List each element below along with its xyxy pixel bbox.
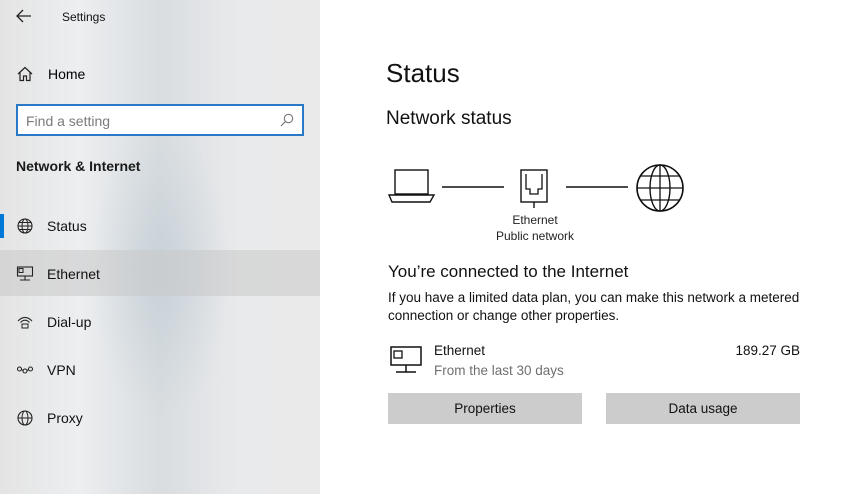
sidebar-item-label: Ethernet — [47, 266, 100, 282]
sidebar-item-proxy[interactable]: Proxy — [0, 394, 320, 440]
sidebar-item-status[interactable]: Status — [0, 202, 320, 248]
ethernet-adapter-icon — [390, 346, 422, 373]
home-icon — [17, 66, 33, 82]
main-content: Status Network status Ethernet Public ne… — [320, 0, 842, 494]
sidebar-item-home[interactable]: Home — [0, 58, 320, 90]
properties-button[interactable]: Properties — [388, 393, 582, 424]
adapter-data-usage: 189.27 GB — [735, 343, 800, 358]
globe-icon — [17, 218, 33, 234]
search-input[interactable] — [26, 111, 266, 131]
section-heading: Network & Internet — [16, 158, 141, 174]
search-icon[interactable] — [280, 113, 294, 127]
sidebar-item-label: Proxy — [47, 410, 83, 426]
connection-description: If you have a limited data plan, you can… — [388, 290, 800, 323]
sidebar-item-label: Dial-up — [47, 314, 92, 330]
sidebar-item-label: Status — [47, 218, 87, 234]
ethernet-icon — [16, 266, 34, 281]
back-button[interactable] — [10, 4, 38, 28]
sidebar-item-dial-up[interactable]: Dial-up — [0, 298, 320, 344]
vpn-icon — [16, 366, 34, 374]
diagram-adapter-label: Ethernet — [512, 213, 558, 227]
internet-globe-icon — [636, 164, 684, 212]
sidebar-item-label: VPN — [47, 362, 76, 378]
diagram-network-type-label: Public network — [495, 229, 575, 243]
ethernet-port-icon — [520, 169, 548, 208]
back-arrow-icon — [16, 9, 31, 23]
sidebar-item-label: Home — [48, 66, 86, 82]
sidebar: Settings Home Network & Internet Status … — [0, 0, 320, 494]
dialup-icon — [17, 316, 33, 329]
adapter-name: Ethernet — [434, 343, 486, 358]
sidebar-item-vpn[interactable]: VPN — [0, 346, 320, 392]
laptop-icon — [387, 169, 436, 203]
network-status-heading: Network status — [386, 108, 512, 129]
connection-status-heading: You’re connected to the Internet — [388, 262, 629, 281]
title-bar: Settings — [0, 0, 320, 34]
sidebar-item-ethernet[interactable]: Ethernet — [0, 250, 320, 296]
data-usage-button[interactable]: Data usage — [606, 393, 800, 424]
globe-icon — [17, 410, 33, 426]
app-title: Settings — [62, 10, 106, 24]
search-box[interactable] — [16, 104, 304, 136]
selection-indicator — [0, 214, 4, 238]
adapter-usage-period: From the last 30 days — [434, 363, 564, 378]
network-diagram: Ethernet Public network — [386, 160, 706, 250]
page-title: Status — [386, 58, 460, 88]
